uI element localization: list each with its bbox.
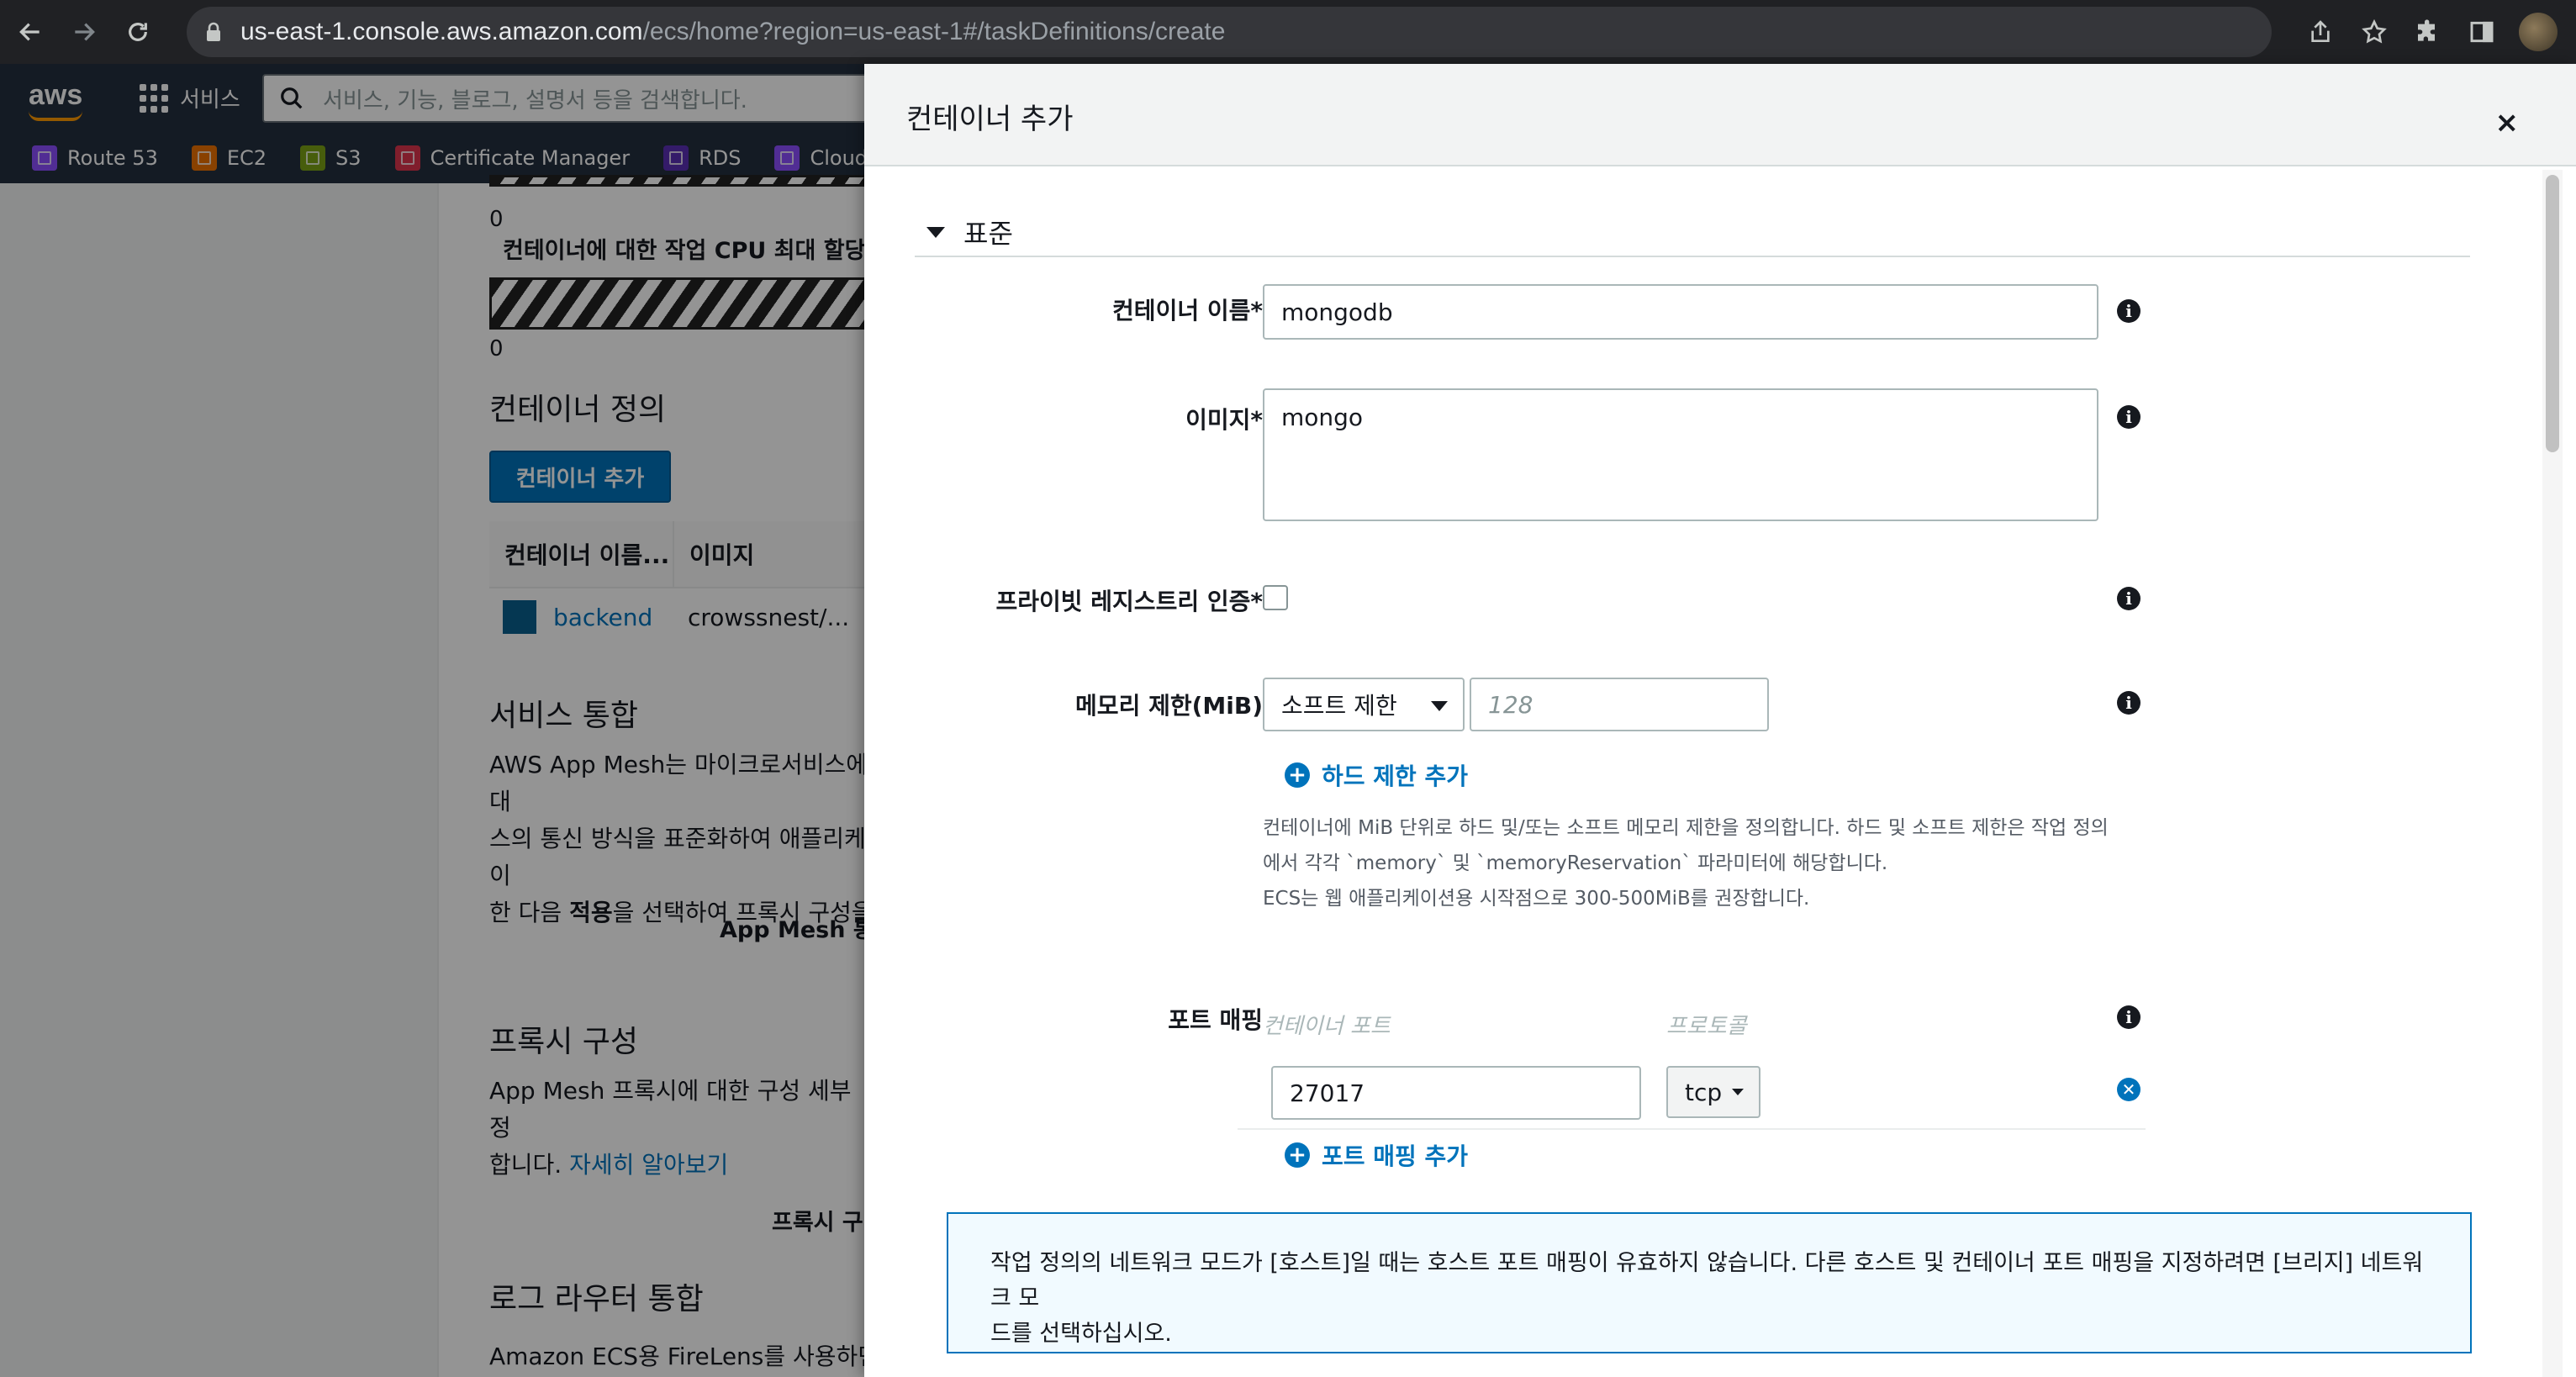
close-icon[interactable]: ×	[2495, 106, 2520, 140]
memory-limit-type-value: 소프트 제한	[1281, 692, 1397, 720]
private-registry-checkbox[interactable]	[1263, 585, 1288, 610]
memory-limit-input[interactable]: 128	[1470, 678, 1769, 731]
memory-limit-label: 메모리 제한(MiB)	[1075, 692, 1263, 720]
profile-avatar[interactable]	[2519, 13, 2558, 51]
browser-toolbar: us-east-1.console.aws.amazon.com/ecs/hom…	[0, 0, 2576, 64]
address-bar[interactable]: us-east-1.console.aws.amazon.com/ecs/hom…	[187, 7, 2272, 57]
port-mapping-label: 포트 매핑	[1168, 1006, 1263, 1034]
info-icon[interactable]: i	[2117, 1005, 2141, 1029]
container-name-value: mongodb	[1281, 298, 1393, 326]
info-icon[interactable]: i	[2117, 405, 2141, 429]
info-icon[interactable]: i	[2117, 691, 2141, 715]
modal-title: 컨테이너 추가	[906, 103, 1074, 136]
add-port-mapping-link[interactable]: + 포트 매핑 추가	[1285, 1138, 1468, 1172]
caret-down-icon	[926, 226, 945, 238]
forward-icon[interactable]	[61, 8, 108, 55]
scrollbar-thumb[interactable]	[2546, 175, 2559, 452]
add-container-modal: 컨테이너 추가 × 표준 컨테이너 이름* mongodb i 이미지* mon…	[864, 64, 2576, 1377]
alert-line: 작업 정의의 네트워크 모드가 [호스트]일 때는 호스트 포트 매핑이 유효하…	[990, 1250, 2424, 1311]
back-icon[interactable]	[7, 8, 54, 55]
chevron-down-icon	[1431, 701, 1448, 711]
image-label: 이미지*	[1185, 406, 1263, 434]
add-hard-limit-label: 하드 제한 추가	[1322, 762, 1469, 790]
bookmark-star-icon[interactable]	[2347, 5, 2401, 59]
alert-line: 드를 선택하십시오.	[990, 1321, 1172, 1347]
network-mode-info-alert: 작업 정의의 네트워크 모드가 [호스트]일 때는 호스트 포트 매핑이 유효하…	[947, 1212, 2472, 1353]
image-value: mongo	[1281, 404, 1364, 431]
section-title: 표준	[963, 218, 1013, 250]
add-port-mapping-label: 포트 매핑 추가	[1322, 1142, 1469, 1170]
remove-port-mapping-icon[interactable]: ✕	[2117, 1078, 2141, 1101]
info-icon[interactable]: i	[2117, 299, 2141, 323]
share-icon[interactable]	[2294, 5, 2347, 59]
private-registry-label: 프라이빗 레지스트리 인증*	[995, 588, 1264, 615]
container-port-input[interactable]: 27017	[1271, 1066, 1641, 1120]
memory-limit-placeholder: 128	[1488, 690, 1533, 719]
reload-icon[interactable]	[114, 8, 161, 55]
help-line: 컨테이너에 MiB 단위로 하드 및/또는 소프트 메모리 제한을 정의합니다.…	[1263, 817, 2109, 839]
memory-help-text: 컨테이너에 MiB 단위로 하드 및/또는 소프트 메모리 제한을 정의합니다.…	[1263, 810, 2120, 916]
modal-header: 컨테이너 추가 ×	[864, 64, 2576, 166]
protocol-value: tcp	[1685, 1078, 1723, 1106]
divider	[1238, 1128, 2146, 1130]
modal-scrollbar[interactable]	[2542, 170, 2563, 1377]
help-line: ECS는 웹 애플리케이션용 시작점으로 300-500MiB를 권장합니다.	[1263, 888, 1810, 910]
memory-limit-type-select[interactable]: 소프트 제한	[1263, 678, 1465, 731]
url-text: us-east-1.console.aws.amazon.com/ecs/hom…	[240, 18, 1225, 46]
lock-icon	[205, 22, 222, 42]
protocol-column-header: 프로토콜	[1666, 1014, 1747, 1039]
container-name-input[interactable]: mongodb	[1263, 284, 2098, 340]
standard-section-toggle[interactable]: 표준	[915, 208, 2470, 257]
container-port-value: 27017	[1290, 1079, 1365, 1107]
info-icon[interactable]: i	[2117, 587, 2141, 610]
protocol-select[interactable]: tcp	[1666, 1066, 1760, 1118]
help-line: 에서 각각 `memory` 및 `memoryReservation` 파라미…	[1263, 852, 1888, 874]
side-panel-icon[interactable]	[2455, 5, 2509, 59]
plus-circle-icon: +	[1285, 1142, 1310, 1168]
chevron-down-icon	[1732, 1089, 1745, 1095]
url-host: us-east-1.console.aws.amazon.com	[240, 18, 643, 45]
extensions-icon[interactable]	[2401, 5, 2455, 59]
image-textarea[interactable]: mongo	[1263, 388, 2098, 521]
url-path: /ecs/home?region=us-east-1#/taskDefiniti…	[642, 18, 1226, 45]
container-name-label: 컨테이너 이름*	[1112, 297, 1263, 324]
add-hard-limit-link[interactable]: + 하드 제한 추가	[1285, 758, 1468, 792]
container-port-column-header: 컨테이너 포트	[1263, 1014, 1391, 1039]
plus-circle-icon: +	[1285, 762, 1310, 788]
